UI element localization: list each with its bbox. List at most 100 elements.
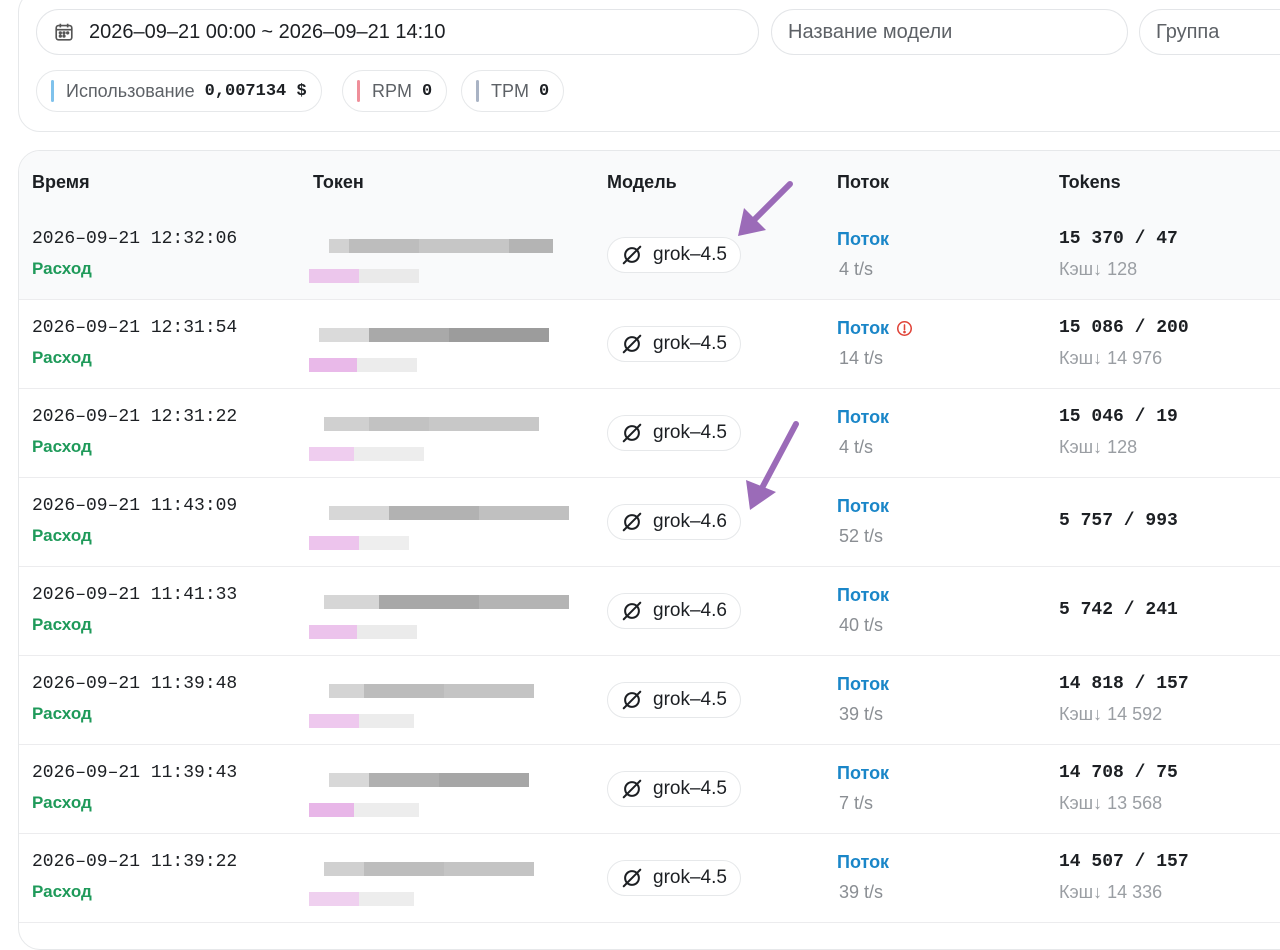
redacted-token [309, 759, 581, 825]
table-row[interactable]: 2026–09–21 12:32:06 Расход grok–4.5 Поток 4 … [19, 211, 1280, 300]
row-time: 2026–09–21 11:39:22 [32, 852, 238, 872]
stream-speed: 4 t/s [839, 437, 874, 457]
redacted-block [309, 625, 357, 639]
stream-link[interactable]: Поток [837, 674, 889, 695]
rpm-color-bar [357, 80, 360, 102]
redacted-block [324, 417, 369, 431]
model-tag[interactable]: grok–4.6 [607, 593, 741, 629]
stream-link[interactable]: Поток [837, 496, 889, 517]
stream-link[interactable]: Поток [837, 229, 889, 250]
alert-circle-icon[interactable] [896, 320, 913, 337]
cache-count: Кэш↓ 14 976 [1059, 348, 1163, 368]
table-row[interactable]: 2026–09–21 11:39:43 Расход grok–4.5 Поток 7 … [19, 745, 1280, 834]
token-count: 15 046 / 19 [1059, 407, 1178, 427]
stream-label: Поток [837, 229, 890, 249]
model-tag[interactable]: grok–4.5 [607, 860, 741, 896]
redacted-block [309, 892, 359, 906]
redacted-block [359, 714, 414, 728]
model-name: grok–4.5 [653, 778, 727, 799]
usage-stat: Использование 0,007134 $ [36, 70, 322, 112]
redacted-token [309, 314, 581, 380]
calendar-icon [55, 23, 73, 41]
redacted-block [357, 625, 417, 639]
model-tag[interactable]: grok–4.5 [607, 237, 741, 273]
stream-speed: 7 t/s [839, 793, 874, 813]
grok-logo-icon [622, 423, 642, 443]
token-count: 14 708 / 75 [1059, 763, 1178, 783]
redacted-token [309, 670, 581, 736]
redacted-block [329, 506, 389, 520]
token-count: 14 507 / 157 [1059, 852, 1189, 872]
grok-logo-icon [622, 690, 642, 710]
model-name: grok–4.5 [653, 689, 727, 710]
column-header-stream[interactable]: Поток [837, 172, 889, 193]
usage-label: Использование [66, 80, 195, 101]
redacted-block [449, 328, 549, 342]
row-type: Расход [32, 704, 92, 723]
column-header-tokens[interactable]: Tokens [1059, 172, 1121, 193]
date-range-value: 2026–09–21 00:00 ~ 2026–09–21 14:10 [89, 20, 446, 43]
stream-speed: 4 t/s [839, 259, 874, 279]
model-tag[interactable]: grok–4.5 [607, 415, 741, 451]
redacted-block [439, 773, 529, 787]
row-time: 2026–09–21 12:31:22 [32, 407, 238, 427]
stream-link[interactable]: Поток [837, 407, 889, 428]
redacted-block [444, 862, 534, 876]
tpm-value: 0 [539, 81, 550, 101]
model-name: grok–4.5 [653, 333, 727, 354]
column-header-token[interactable]: Токен [313, 172, 364, 193]
grok-logo-icon [622, 245, 642, 265]
model-tag[interactable]: grok–4.6 [607, 504, 741, 540]
model-name: grok–4.5 [653, 422, 727, 443]
grok-logo-icon [622, 512, 642, 532]
stream-link[interactable]: Поток [837, 763, 889, 784]
redacted-block [389, 506, 479, 520]
table-row[interactable]: 2026–09–21 12:31:22 Расход grok–4.5 Поток 4 … [19, 389, 1280, 478]
stream-speed: 39 t/s [839, 882, 884, 902]
cache-count: Кэш↓ 14 592 [1059, 704, 1163, 724]
table-header: Время Токен Модель Поток Tokens [19, 151, 1280, 212]
column-header-time[interactable]: Время [32, 172, 90, 193]
grok-logo-icon [622, 601, 642, 621]
model-name: grok–4.5 [653, 244, 727, 265]
table-row[interactable]: 2026–09–21 11:41:33 Расход grok–4.6 Поток 40… [19, 567, 1280, 656]
redacted-block [429, 417, 539, 431]
row-type: Расход [32, 615, 92, 634]
tpm-stat: TPM 0 [461, 70, 565, 112]
redacted-block [379, 595, 479, 609]
model-tag[interactable]: grok–4.5 [607, 326, 741, 362]
stream-link[interactable]: Поток [837, 852, 889, 873]
table-row[interactable]: 2026–09–21 12:31:54 Расход grok–4.5 Поток 14… [19, 300, 1280, 389]
stream-link[interactable]: Поток [837, 318, 913, 339]
redacted-block [364, 862, 444, 876]
model-tag[interactable]: grok–4.5 [607, 771, 741, 807]
redacted-block [444, 684, 534, 698]
table-row[interactable]: 2026–09–21 11:43:09 Расход grok–4.6 Поток 52… [19, 478, 1280, 567]
model-name: grok–4.6 [653, 511, 727, 532]
table-row[interactable]: 2026–09–21 11:39:22 Расход grok–4.5 Поток 39… [19, 834, 1280, 923]
stream-speed: 40 t/s [839, 615, 884, 635]
redacted-block [354, 803, 419, 817]
usage-value: 0,007134 $ [204, 81, 307, 101]
stream-speed: 39 t/s [839, 704, 884, 724]
rpm-value: 0 [422, 81, 433, 101]
cache-count: Кэш↓ 128 [1059, 437, 1138, 457]
row-time: 2026–09–21 12:32:06 [32, 229, 238, 249]
redacted-token [309, 492, 581, 558]
stream-speed: 52 t/s [839, 526, 884, 546]
redacted-token [309, 403, 581, 469]
date-range-picker[interactable]: 2026–09–21 00:00 ~ 2026–09–21 14:10 [36, 9, 759, 55]
model-name-input[interactable] [771, 9, 1128, 55]
group-input[interactable] [1139, 9, 1280, 55]
redacted-block [349, 239, 419, 253]
stream-label: Поток [837, 674, 890, 694]
column-header-model[interactable]: Модель [607, 172, 677, 193]
model-tag[interactable]: grok–4.5 [607, 682, 741, 718]
stream-link[interactable]: Поток [837, 585, 889, 606]
redacted-block [309, 536, 359, 550]
grok-logo-icon [622, 779, 642, 799]
redacted-block [509, 239, 553, 253]
row-type: Расход [32, 259, 92, 278]
table-row[interactable]: 2026–09–21 11:39:48 Расход grok–4.5 Поток 39… [19, 656, 1280, 745]
redacted-block [324, 862, 364, 876]
